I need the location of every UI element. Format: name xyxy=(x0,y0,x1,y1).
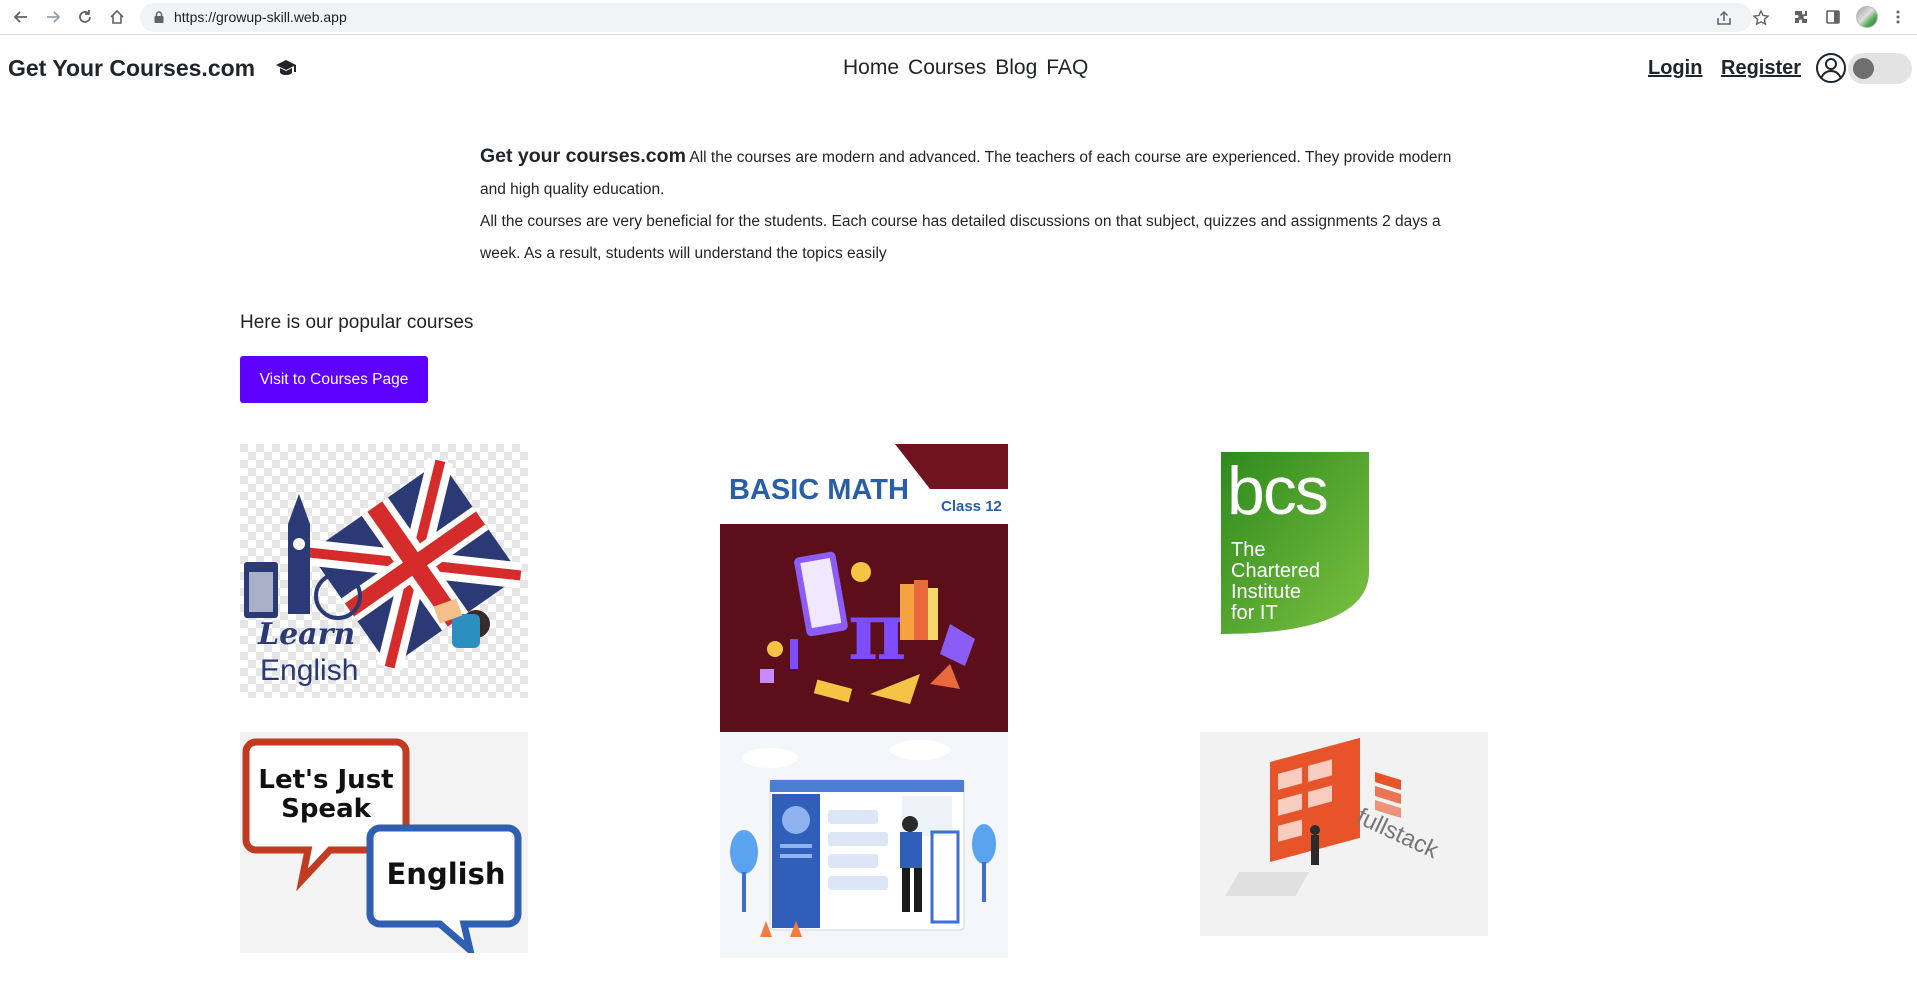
web-design-image xyxy=(720,732,1008,958)
intro-paragraph-1: Get your courses.com All the courses are… xyxy=(480,140,1460,206)
url-text[interactable]: https://growup-skill.web.app xyxy=(174,9,347,25)
basic-math-title: BASIC MATH xyxy=(729,474,909,506)
extensions-icon[interactable] xyxy=(1790,6,1812,28)
bcs-line-3: Institute xyxy=(1231,581,1301,603)
menu-kebab-icon[interactable] xyxy=(1887,6,1909,28)
share-icon[interactable] xyxy=(1715,9,1733,27)
bubble-text-1b: Speak xyxy=(281,794,372,824)
bcs-line-1: The xyxy=(1231,539,1265,561)
register-link[interactable]: Register xyxy=(1721,57,1801,80)
graduation-cap-icon xyxy=(276,60,296,75)
home-icon[interactable] xyxy=(106,6,128,28)
forward-icon[interactable] xyxy=(42,6,64,28)
fullstack-image: fullstack xyxy=(1200,732,1488,936)
visit-courses-button[interactable]: Visit to Courses Page xyxy=(240,356,428,403)
side-panel-icon[interactable] xyxy=(1822,6,1844,28)
pi-symbol: π xyxy=(848,584,907,678)
nav-courses[interactable]: Courses xyxy=(908,56,986,80)
toggle-knob xyxy=(1853,58,1874,79)
learn-english-image: Learn English xyxy=(240,444,528,698)
theme-toggle[interactable] xyxy=(1848,53,1912,84)
bubble-text-2: English xyxy=(386,857,505,891)
intro-brand: Get your courses.com xyxy=(480,145,686,167)
profile-avatar[interactable] xyxy=(1856,6,1878,28)
nav-faq[interactable]: FAQ xyxy=(1046,56,1088,80)
intro-text-2: All the courses are very beneficial for … xyxy=(480,213,1441,262)
nav-home[interactable]: Home xyxy=(843,56,899,80)
nav-blog[interactable]: Blog xyxy=(995,56,1037,80)
popular-courses-title: Here is our popular courses xyxy=(240,312,474,333)
course-card-web-design[interactable] xyxy=(720,732,1008,958)
login-link[interactable]: Login xyxy=(1648,57,1702,80)
bcs-logo-image: bcs The Chartered Institute for IT xyxy=(1200,444,1488,654)
back-icon[interactable] xyxy=(10,6,32,28)
basic-math-image: BASIC MATH Class 12 π xyxy=(720,444,1008,732)
course-card-fullstack[interactable]: fullstack xyxy=(1200,732,1488,936)
main-nav: Home Courses Blog FAQ xyxy=(843,56,1088,80)
lock-icon[interactable] xyxy=(152,10,166,24)
course-card-bcs[interactable]: bcs The Chartered Institute for IT xyxy=(1200,444,1488,654)
bcs-line-4: for IT xyxy=(1231,602,1278,624)
learn-text: Learn xyxy=(257,617,355,652)
browser-toolbar: https://growup-skill.web.app xyxy=(0,0,1917,35)
intro-section: Get your courses.com All the courses are… xyxy=(480,140,1460,270)
address-bar[interactable]: https://growup-skill.web.app xyxy=(140,3,1770,32)
course-card-learn-english[interactable]: Learn English xyxy=(240,444,528,698)
bcs-logo-text: bcs xyxy=(1227,453,1327,529)
course-card-basic-math[interactable]: BASIC MATH Class 12 π xyxy=(720,444,1008,732)
english-text: English xyxy=(260,654,358,687)
speak-english-image: Let's Just Speak English xyxy=(240,732,528,953)
user-circle-icon[interactable] xyxy=(1815,52,1847,84)
course-card-speak-english[interactable]: Let's Just Speak English xyxy=(240,732,528,953)
class-12-text: Class 12 xyxy=(941,498,1002,515)
site-brand[interactable]: Get Your Courses.com xyxy=(8,55,255,82)
bubble-text-1a: Let's Just xyxy=(258,765,393,795)
reload-icon[interactable] xyxy=(74,6,96,28)
bookmark-star-icon[interactable] xyxy=(1752,9,1770,27)
bcs-line-2: Chartered xyxy=(1231,560,1320,582)
